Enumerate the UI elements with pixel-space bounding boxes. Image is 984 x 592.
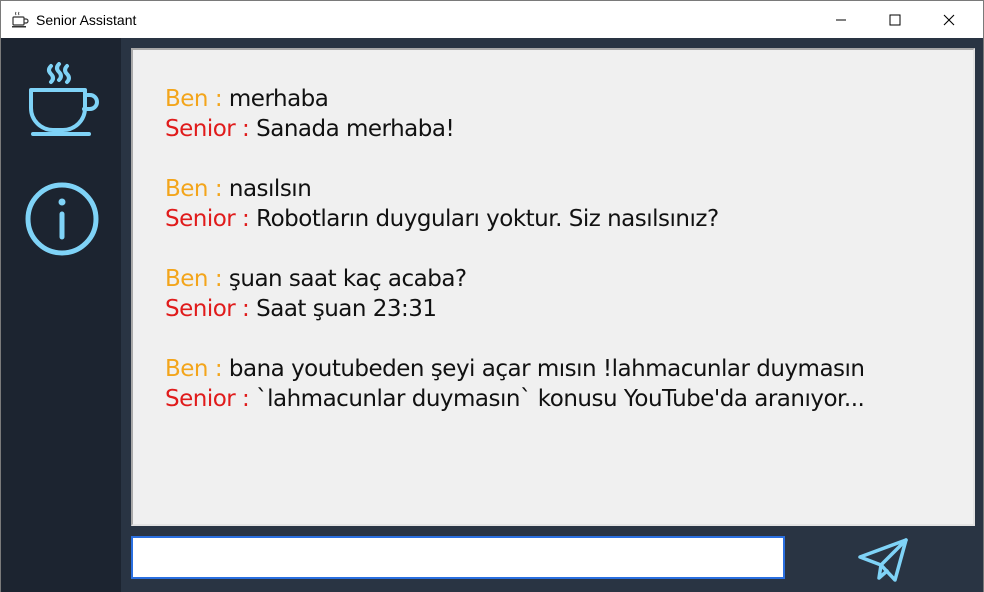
- user-message: Ben : bana youtubeden şeyi açar mısın !l…: [165, 354, 973, 384]
- conversation-1: Ben : merhaba Senior : Sanada merhaba!: [165, 84, 973, 144]
- title-bar[interactable]: Senior Assistant: [1, 1, 983, 38]
- user-label: Ben :: [165, 266, 229, 292]
- user-text: bana youtubeden şeyi açar mısın !lahmacu…: [228, 356, 865, 382]
- bot-text: Saat şuan 23:31: [256, 296, 437, 322]
- bot-label: Senior :: [165, 296, 257, 322]
- user-text: merhaba: [228, 86, 329, 112]
- app-window: Senior Assistant Ben: merhaba Senior: …: [0, 0, 984, 592]
- sidebar: [1, 38, 121, 592]
- window-title: Senior Assistant: [36, 12, 137, 28]
- bot-label: Senior :: [165, 116, 257, 142]
- sidebar-item-coffee[interactable]: [21, 62, 103, 144]
- conversation-2: Ben : nasılsın Senior : Robotların duygu…: [165, 174, 973, 234]
- bot-message: Senior : Saat şuan 23:31: [165, 294, 973, 324]
- bot-text: `lahmacunlar duymasın` konusu YouTube'da…: [256, 386, 865, 412]
- message-input[interactable]: [131, 536, 785, 579]
- send-button[interactable]: [855, 535, 911, 585]
- user-message: Ben : şuan saat kaç acaba?: [165, 264, 973, 294]
- user-label: Ben :: [165, 86, 229, 112]
- paper-plane-icon: [858, 538, 908, 582]
- bot-label: Senior :: [165, 206, 257, 232]
- bot-message: Senior : `lahmacunlar duymasın` konusu Y…: [165, 384, 973, 414]
- user-label: Ben :: [165, 356, 229, 382]
- bot-text: Sanada merhaba!: [256, 116, 455, 142]
- conversation-4: Ben : bana youtubeden şeyi açar mısın !l…: [165, 354, 973, 414]
- conversation-3: Ben : şuan saat kaç acaba? Senior : Saat…: [165, 264, 973, 324]
- bot-message: Senior : Robotların duyguları yoktur. Si…: [165, 204, 973, 234]
- sidebar-item-info[interactable]: [21, 178, 103, 260]
- info-icon: [25, 182, 99, 256]
- user-text: nasılsın: [228, 176, 312, 202]
- coffee-cup-icon: [29, 62, 99, 136]
- close-icon: [943, 14, 955, 25]
- user-text: şuan saat kaç acaba?: [228, 266, 467, 292]
- user-message: Ben : nasılsın: [165, 174, 973, 204]
- maximize-button[interactable]: [872, 1, 918, 38]
- maximize-icon: [889, 14, 901, 25]
- minimize-icon: [836, 19, 846, 20]
- bot-label: Senior :: [165, 386, 257, 412]
- chat-history[interactable]: Ben : merhaba Senior : Sanada merhaba! B…: [131, 48, 975, 526]
- coffee-cup-icon: [10, 10, 30, 30]
- close-button[interactable]: [926, 1, 972, 38]
- bot-message: Senior : Sanada merhaba!: [165, 114, 973, 144]
- user-message: Ben : merhaba: [165, 84, 973, 114]
- user-label: Ben :: [165, 176, 229, 202]
- main-area: Ben : merhaba Senior : Sanada merhaba! B…: [121, 38, 983, 592]
- minimize-button[interactable]: [818, 1, 864, 38]
- bot-text: Robotların duyguları yoktur. Siz nasılsı…: [256, 206, 719, 232]
